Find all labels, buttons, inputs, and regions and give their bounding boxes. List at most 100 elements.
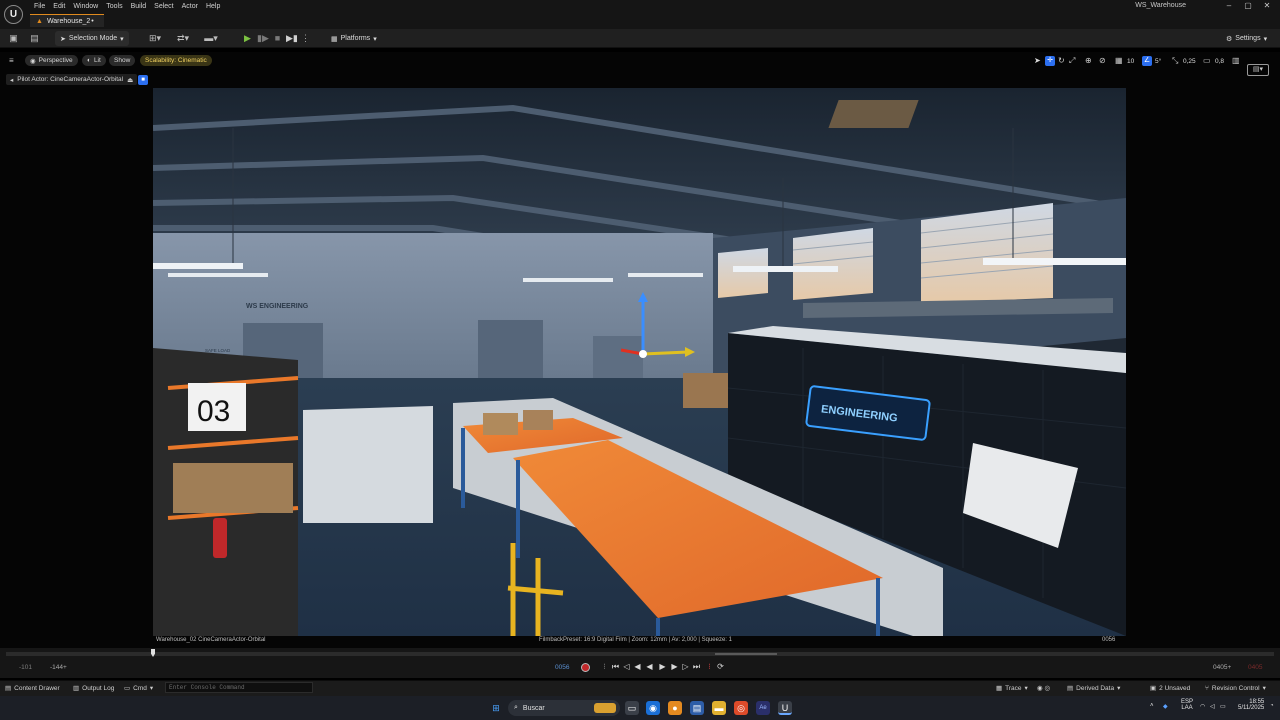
layout-icon[interactable]: ▥ — [1232, 56, 1242, 66]
unreal-taskbar-icon[interactable]: U — [778, 701, 792, 715]
more-options-icon[interactable]: ⋮ — [300, 33, 311, 44]
app-icon-2[interactable]: ▤ — [690, 701, 704, 715]
view-start-frame[interactable]: -144+ — [50, 664, 67, 671]
scalability-badge[interactable]: Scalability: Cinematic — [140, 55, 212, 66]
grid-snap-icon[interactable]: ▦ — [1115, 56, 1124, 66]
task-view-icon[interactable]: ▭ — [625, 701, 639, 715]
windows-start-icon[interactable]: ⊞ — [489, 701, 503, 715]
file-explorer-icon[interactable]: ▬ — [712, 701, 726, 715]
camera-speed-icon[interactable]: ▭ — [1203, 56, 1213, 66]
menu-tools[interactable]: Tools — [102, 3, 126, 10]
lit-button[interactable]: ◐ Lit — [82, 55, 106, 66]
jump-start-icon[interactable]: ⏮ — [611, 662, 620, 672]
unsaved-button[interactable]: ▣ 2 Unsaved — [1150, 683, 1190, 693]
output-log-button[interactable]: ▥ Output Log — [73, 683, 114, 693]
eject-icon[interactable]: ▶▮ — [286, 33, 298, 44]
chrome-icon[interactable]: ◎ — [734, 701, 748, 715]
save-icon[interactable]: ▣ — [8, 33, 19, 44]
box-2 — [523, 410, 553, 430]
step-icon[interactable]: ▮▶ — [257, 33, 269, 44]
translate-icon[interactable]: ✛ — [1045, 56, 1055, 66]
settings-dropdown[interactable]: ⚙ Settings ▾ — [1221, 31, 1272, 46]
menu-select[interactable]: Select — [150, 3, 177, 10]
unreal-logo[interactable]: U — [4, 5, 23, 24]
loop-start-icon[interactable]: ⁝ — [600, 662, 609, 672]
language-indicator[interactable]: ESP LAA — [1181, 699, 1193, 711]
wifi-icon[interactable]: ◠ — [1200, 703, 1205, 710]
menu-edit[interactable]: Edit — [49, 3, 69, 10]
cinematics-icon[interactable]: ▬▾ — [202, 33, 220, 44]
content-drawer-button[interactable]: ▤ Content Drawer — [5, 683, 60, 693]
console-input[interactable]: Enter Console Command — [165, 682, 313, 693]
tray-chevron-icon[interactable]: ˄ — [1150, 703, 1154, 709]
menu-actor[interactable]: Actor — [178, 3, 202, 10]
rotation-snap-value[interactable]: 5° — [1155, 58, 1161, 65]
tray-app-icon[interactable]: ◆ — [1163, 703, 1168, 710]
show-button[interactable]: Show — [109, 55, 136, 66]
menu-window[interactable]: Window — [69, 3, 102, 10]
lock-icon[interactable]: ⏏ — [127, 76, 133, 84]
perspective-button[interactable]: ◉ Perspective — [25, 55, 78, 66]
grid-snap-value[interactable]: 10 — [1127, 58, 1134, 65]
timeline-range[interactable] — [715, 653, 777, 655]
clock[interactable]: 18:55 5/11/2025 — [1238, 699, 1264, 711]
loop-mode-icon[interactable]: ⟳ — [716, 662, 725, 672]
after-effects-icon[interactable]: Ae — [756, 701, 770, 715]
scale-snap-icon[interactable]: ⤡ — [1172, 56, 1181, 66]
derived-data-dropdown[interactable]: ▤ Derived Data ▾ — [1067, 683, 1120, 693]
rotate-icon[interactable]: ↻ — [1058, 56, 1067, 66]
battery-icon[interactable]: ▭ — [1220, 703, 1226, 710]
volume-icon[interactable]: ◁ — [1210, 703, 1215, 710]
loop-end-icon[interactable]: ⁝ — [705, 662, 714, 672]
add-actor-icon[interactable]: ⊞▾ — [146, 33, 164, 44]
current-frame[interactable]: 0056 — [555, 664, 569, 671]
blueprint-icon[interactable]: ⇄▾ — [174, 33, 192, 44]
shelf-number: 03 — [197, 395, 230, 428]
world-space-icon[interactable]: ⊕ — [1085, 56, 1094, 66]
cmd-dropdown[interactable]: ▭ Cmd ▾ — [124, 683, 153, 693]
camera-view-icon[interactable]: ■ — [138, 75, 148, 85]
view-end-frame[interactable]: 0405+ — [1213, 664, 1231, 671]
content-browser-icon[interactable]: ▤ — [29, 33, 40, 44]
revision-control-dropdown[interactable]: ⑂ Revision Control ▾ — [1205, 683, 1266, 693]
maximize-button[interactable]: ▢ — [1241, 1, 1255, 11]
record-status-icon[interactable]: ◉ ◎ — [1037, 683, 1050, 693]
stop-icon[interactable]: ■ — [272, 33, 283, 44]
play-icon[interactable]: ▶ — [242, 33, 253, 44]
select-mode-icon[interactable]: ➤ — [1034, 56, 1043, 66]
menu-file[interactable]: File — [30, 3, 49, 10]
next-key-icon[interactable]: ▷ — [681, 662, 690, 672]
hamburger-icon[interactable]: ≡ — [9, 57, 19, 65]
camera-speed-value[interactable]: 0,8 — [1215, 58, 1224, 65]
timeline-scrubber[interactable] — [6, 652, 1274, 656]
edge-icon[interactable]: ◉ — [646, 701, 660, 715]
next-frame-icon[interactable]: ▶ — [670, 662, 679, 672]
surface-snap-icon[interactable]: ⊘ — [1099, 56, 1108, 66]
scale-icon[interactable]: ⤢ — [1069, 56, 1078, 66]
viewport-options-icon[interactable]: ▤▾ — [1247, 64, 1269, 76]
scene-render[interactable]: WS ENGINEERING SAFE LOAD ENGINEERING 03 — [153, 88, 1126, 636]
selection-mode-dropdown[interactable]: ➤ Selection Mode ▾ — [55, 31, 129, 46]
close-button[interactable]: ✕ — [1260, 1, 1274, 11]
taskbar-search[interactable]: ⌕ Buscar — [508, 700, 620, 716]
level-tab[interactable]: ▲ Warehouse_2 • — [30, 14, 104, 27]
record-icon[interactable] — [581, 663, 590, 672]
start-frame[interactable]: -101 — [19, 664, 32, 671]
chevron-down-icon: ▾ — [1263, 35, 1268, 43]
notification-icon[interactable]: ◔ — [1270, 703, 1274, 709]
menu-help[interactable]: Help — [202, 3, 224, 10]
rotation-snap-icon[interactable]: ∠ — [1142, 56, 1152, 66]
prev-key-icon[interactable]: ◁ — [622, 662, 631, 672]
platforms-dropdown[interactable]: ▦ Platforms ▾ — [326, 31, 382, 46]
trace-dropdown[interactable]: ▦ Trace ▾ — [996, 683, 1028, 693]
play-reverse-icon[interactable]: ◀ — [645, 662, 654, 672]
menu-build[interactable]: Build — [127, 3, 151, 10]
fire-extinguisher — [213, 518, 227, 558]
play-forward-icon[interactable]: ▶ — [658, 662, 667, 672]
app-icon-1[interactable]: ● — [668, 701, 682, 715]
jump-end-icon[interactable]: ⏭ — [692, 662, 701, 672]
end-frame[interactable]: 0405 — [1248, 664, 1262, 671]
prev-frame-icon[interactable]: ◀ — [633, 662, 642, 672]
minimize-button[interactable]: – — [1222, 1, 1236, 11]
scale-snap-value[interactable]: 0,25 — [1183, 58, 1196, 65]
